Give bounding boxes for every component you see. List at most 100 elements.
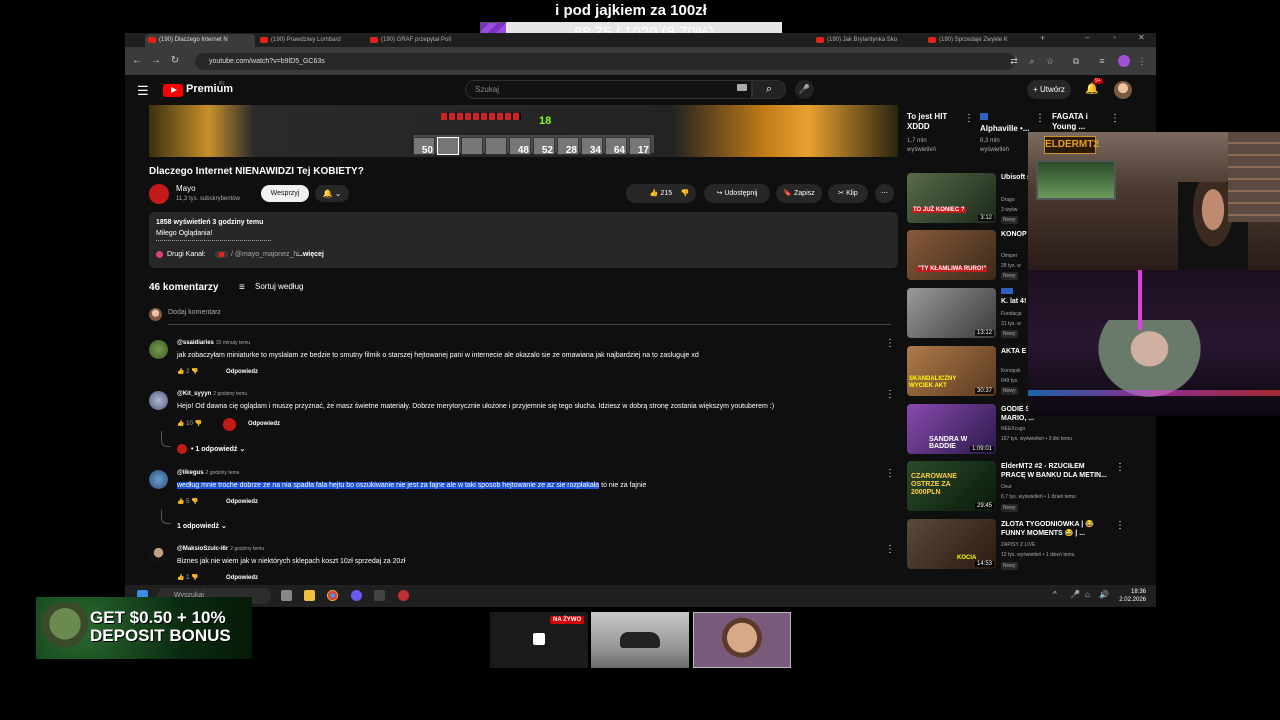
save-button[interactable]: 🔖 Zapisz [776,184,822,203]
thumbs-down-icon[interactable]: 👎 [193,421,201,427]
rec-thumbnail[interactable]: 13:12 [907,288,996,338]
description-box[interactable]: 1858 wyświetleń 3 godziny temu Miłego Og… [149,212,898,268]
show-more-link[interactable]: ...więcej [297,251,324,258]
comment-more-icon[interactable]: ⋮ [885,389,895,400]
rec-more-icon[interactable]: ⋮ [1115,520,1125,531]
close-icon[interactable]: ✕ [1138,33,1145,42]
short-more-icon[interactable]: ⋮ [1110,113,1120,124]
rec-more-icon[interactable]: ⋮ [1115,462,1125,473]
more-actions-button[interactable]: ⋯ [875,184,894,203]
tab-dlaczego[interactable]: (190) Dlaczego Internet N [145,34,255,47]
rec-channel[interactable]: Oxur [1001,484,1111,490]
clock[interactable]: 18:36 2.02.2026 [1119,588,1146,604]
comment-author[interactable]: @likegus 2 godziny temu [177,470,239,476]
rec-channel[interactable]: NEEXcsgo [1001,426,1111,432]
tab-graf[interactable]: (190) GRAF przepytał Poli [367,34,477,47]
rec-title[interactable]: ZŁOTA TYGODNIÓWKA | 😂 FUNNY MOMENTS 😂 | … [1001,520,1111,540]
hamburger-menu-icon[interactable]: ☰ [137,83,151,98]
obs-icon[interactable] [398,590,409,601]
channel-name[interactable]: Mayo [176,184,196,193]
thumbs-up-icon[interactable]: 👍 [177,421,186,427]
create-button[interactable]: + Utwórz [1027,80,1071,99]
discord-icon[interactable] [351,590,362,601]
keyboard-icon[interactable] [737,84,747,91]
file-explorer-icon[interactable] [304,590,315,601]
network-icon[interactable]: ⌂ [1085,590,1090,599]
comment-more-icon[interactable]: ⋮ [885,544,895,555]
new-tab-icon[interactable]: + [1040,33,1045,43]
rec-thumbnail[interactable]: "TY KŁAMLIWA RURO!" [907,230,996,280]
back-icon[interactable]: ← [130,54,144,68]
reply-button[interactable]: Odpowiedz [226,369,258,375]
add-comment-input[interactable]: Dodaj komentarz [168,309,221,316]
mic-tray-icon[interactable]: 🎤 [1070,590,1080,599]
thumbs-down-icon[interactable]: 👎 [189,499,198,505]
channel-avatar[interactable] [149,184,169,204]
comment-avatar[interactable] [149,470,168,489]
video-player[interactable]: 18 50 48 52 28 34 64 17 [149,105,898,157]
browser-profile-icon[interactable] [1118,55,1130,67]
maximize-icon[interactable]: ▫ [1113,33,1116,42]
dislike-button[interactable]: 👎 [673,184,697,203]
avatar[interactable] [1114,81,1132,99]
thumbs-up-icon[interactable]: 👍 [177,499,186,505]
sort-icon[interactable]: ≡ [239,282,245,293]
rec-thumbnail[interactable]: TO JUŻ KONIEC ? 3:12 [907,173,996,223]
subscription-bell-button[interactable]: 🔔 ⌄ [315,185,349,202]
thumbs-down-icon[interactable]: 👎 [189,575,198,581]
tray-chevron-icon[interactable]: ^ [1053,590,1057,599]
thumbs-down-icon[interactable]: 👎 [189,369,198,375]
search-input[interactable]: Szukaj [465,80,752,99]
rec-title[interactable]: ElderMT2 #2 - RZUCIŁEM PRACĘ W BANKU DLA… [1001,462,1111,482]
thumbs-up-icon[interactable]: 👍 [177,369,186,375]
forward-icon[interactable]: → [149,54,163,68]
channel-handle-link[interactable]: / @mayo_majonez_hi [231,251,299,258]
minimize-icon[interactable]: – [1085,33,1089,42]
media-icon[interactable]: ≡ [1097,56,1107,66]
replies-toggle[interactable]: • 1 odpowiedź ⌄ [191,445,245,453]
url-field[interactable]: youtube.com/watch?v=b9lD5_GC63s [195,53,1015,70]
clip-button[interactable]: ✂ Klip [828,184,868,203]
support-button[interactable]: Wesprzyj [261,185,309,202]
reply-button[interactable]: Odpowiedz [226,575,258,581]
comment-avatar[interactable] [149,546,168,565]
volume-icon[interactable]: 🔊 [1099,590,1109,599]
voice-search-icon[interactable]: 🎤 [795,80,814,99]
rec-thumbnail[interactable]: CZAROWANE OSTRZE ZA 2000PLN 29:45 [907,461,996,511]
comment-more-icon[interactable]: ⋮ [885,468,895,479]
search-button[interactable]: ⌕ [752,80,786,99]
comment-more-icon[interactable]: ⋮ [885,338,895,349]
replies-toggle[interactable]: 1 odpowiedź ⌄ [177,522,227,530]
short-more-icon[interactable]: ⋮ [964,113,974,124]
comment-avatar[interactable] [149,340,168,359]
rec-thumbnail[interactable]: SKANDALICZNY WYCIEK AKT 30:37 [907,346,996,396]
sort-button[interactable]: Sortuj według [255,282,303,291]
short-title[interactable]: To jest HIT XDDD [907,112,961,132]
reply-button[interactable]: Odpowiedz [248,421,280,427]
youtube-logo-icon[interactable] [163,84,183,97]
extensions-icon[interactable]: ⧉ [1071,56,1081,66]
rec-channel[interactable]: ZAPISY Z LIVE [1001,542,1111,548]
comment-author[interactable]: @MaksioSzulc-i6r 2 godziny temu [177,546,264,552]
translate-icon[interactable]: ⇄ [1009,56,1019,66]
tab-lombard[interactable]: (190) Prawdziwy Lombard [257,34,365,47]
casino-ad-banner[interactable]: GET $0.50 + 10% DEPOSIT BONUS [36,597,252,659]
task-view-icon[interactable] [281,590,292,601]
tab-sprzedaje[interactable]: (190) Sprzedaje Zwykłe K [925,34,1033,47]
youtube-brand[interactable]: Premium [186,83,233,95]
comment-avatar[interactable] [149,391,168,410]
zoom-icon[interactable]: ⌕ [1027,56,1037,66]
browser-menu-icon[interactable]: ⋮ [1137,56,1147,66]
short-more-icon[interactable]: ⋮ [1035,113,1045,124]
reload-icon[interactable]: ↻ [168,54,182,68]
short-title[interactable]: FAGATA i Young ... [1052,112,1102,132]
comment-author[interactable]: @Kit_syyyn 2 godziny temu [177,391,247,397]
tab-brylantynka[interactable]: (190) Jak Brylantynka Sko [813,34,921,47]
rec-thumbnail[interactable]: SANDRA W BADDIE 1:09:01 [907,404,996,454]
rec-thumbnail[interactable]: KOCIA 14:53 [907,519,996,569]
bookmark-star-icon[interactable]: ☆ [1045,56,1055,66]
chrome-icon[interactable] [327,590,338,601]
app-icon[interactable] [374,590,385,601]
reply-button[interactable]: Odpowiedz [226,499,258,505]
comment-author[interactable]: @ssaidiaries 33 minuty temu [177,340,250,346]
